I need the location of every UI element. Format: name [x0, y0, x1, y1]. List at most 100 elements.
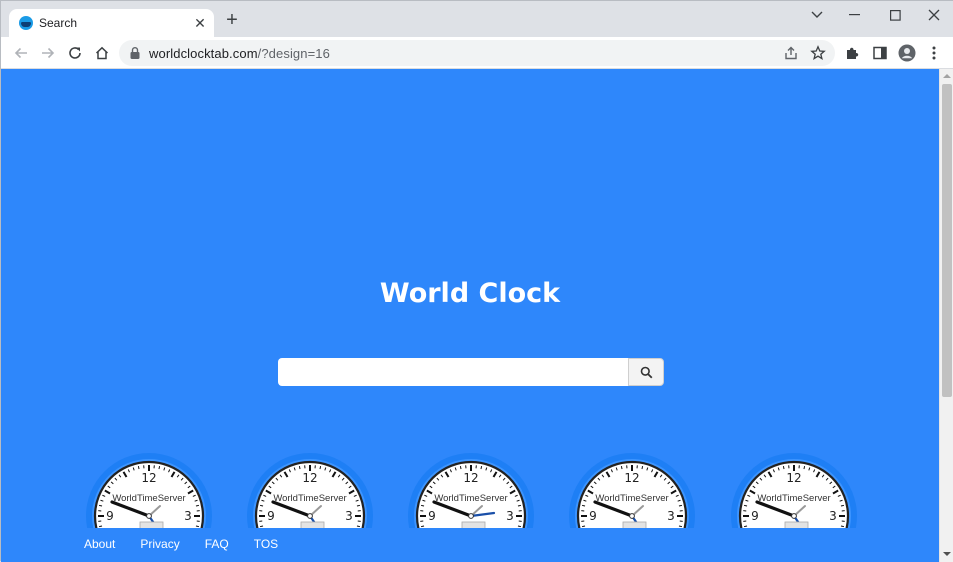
maximize-button[interactable] [875, 1, 915, 29]
clock-date-window [785, 522, 808, 528]
chevron-down-icon [811, 11, 823, 19]
lock-icon[interactable] [129, 46, 141, 60]
clock-tick [804, 466, 805, 469]
home-icon [94, 45, 110, 61]
clock-numeral-12: 12 [302, 471, 317, 485]
clock-tick [299, 466, 300, 469]
clock-center-hub [630, 514, 635, 519]
clock-tick [744, 505, 747, 506]
tab-close-icon[interactable]: ✕ [192, 15, 208, 31]
clock-tick [260, 526, 263, 527]
page-title: World Clock [1, 278, 939, 309]
clock-tick [783, 466, 784, 469]
clock-tick [421, 505, 424, 506]
vertical-scrollbar[interactable] [939, 69, 953, 562]
new-tab-button[interactable]: + [221, 10, 243, 32]
menu-button[interactable] [922, 41, 946, 65]
search-icon [640, 366, 653, 379]
clock-numeral-9: 9 [589, 509, 597, 523]
address-bar[interactable]: worldclocktab.com/?design=16 [119, 40, 835, 66]
tab-title: Search [39, 16, 77, 30]
scroll-up-arrow-icon[interactable] [940, 69, 953, 83]
minimize-icon [849, 14, 861, 16]
share-icon[interactable] [782, 44, 800, 62]
clock-tick [196, 505, 199, 506]
clock-tick [679, 505, 682, 506]
clock-center-hub [147, 514, 152, 519]
clock-numeral-12: 12 [463, 471, 478, 485]
forward-button[interactable] [36, 41, 60, 65]
clock-widget-3[interactable]: 1239WorldTimeServer [407, 452, 535, 528]
browser-tab[interactable]: Search ✕ [9, 9, 214, 37]
browser-window: Search ✕ + worldclo [0, 0, 953, 561]
clock-tick [481, 466, 482, 469]
clock-date-window [623, 522, 646, 528]
search-input[interactable] [278, 358, 629, 386]
minimize-button[interactable] [835, 1, 875, 29]
clock-widget-4[interactable]: 1239WorldTimeServer [568, 452, 696, 528]
close-window-button[interactable] [914, 1, 953, 29]
clock-tick [196, 526, 199, 527]
clock-widget-1[interactable]: 1239WorldTimeServer [85, 452, 213, 528]
scroll-thumb[interactable] [942, 84, 952, 397]
more-vertical-icon [932, 46, 936, 60]
clock-numeral-9: 9 [428, 509, 436, 523]
clock-tick [320, 466, 321, 469]
clock-tick [260, 505, 263, 506]
search-button[interactable] [628, 358, 664, 386]
clock-date-window [301, 522, 324, 528]
clock-brand-label: WorldTimeServer [757, 493, 830, 504]
clock-brand-label: WorldTimeServer [112, 493, 185, 504]
arrow-left-icon [13, 45, 29, 61]
clock-tick [357, 505, 360, 506]
url-text[interactable]: worldclocktab.com/?design=16 [149, 46, 330, 61]
url-domain: worldclocktab.com [149, 46, 258, 61]
site-favicon-icon [19, 16, 33, 30]
home-button[interactable] [90, 41, 114, 65]
clock-tick [518, 526, 521, 527]
clock-numeral-9: 9 [106, 509, 114, 523]
clock-date-window [140, 522, 163, 528]
clock-tick [518, 505, 521, 506]
clock-tick [841, 526, 844, 527]
extensions-button[interactable] [841, 41, 865, 65]
clock-center-hub [792, 514, 797, 519]
clock-numeral-9: 9 [751, 509, 759, 523]
clock-tick [642, 466, 643, 469]
footer-link-privacy[interactable]: Privacy [140, 537, 179, 551]
clock-tick [582, 505, 585, 506]
tab-search-button[interactable] [797, 1, 837, 29]
maximize-icon [890, 10, 901, 21]
side-panel-button[interactable] [868, 41, 892, 65]
footer-link-faq[interactable]: FAQ [205, 537, 229, 551]
browser-toolbar: worldclocktab.com/?design=16 [1, 37, 953, 69]
clock-numeral-3: 3 [345, 509, 353, 523]
back-button[interactable] [9, 41, 33, 65]
clock-widget-5[interactable]: 1239WorldTimeServer [730, 452, 858, 528]
clock-tick [357, 526, 360, 527]
page-viewport: World Clock 1239WorldTimeServer1239World… [1, 69, 939, 562]
reload-button[interactable] [63, 41, 87, 65]
arrow-right-icon [40, 45, 56, 61]
clock-brand-label: WorldTimeServer [273, 493, 346, 504]
reload-icon [67, 45, 83, 61]
clock-row: 1239WorldTimeServer1239WorldTimeServer12… [1, 452, 939, 528]
search-form [278, 358, 664, 386]
clock-tick [744, 526, 747, 527]
footer-link-tos[interactable]: TOS [254, 537, 278, 551]
profile-button[interactable] [895, 41, 919, 65]
clock-numeral-12: 12 [624, 471, 639, 485]
clock-brand-label: WorldTimeServer [434, 493, 507, 504]
clock-tick [421, 526, 424, 527]
clock-numeral-12: 12 [141, 471, 156, 485]
bookmark-star-icon[interactable] [809, 44, 827, 62]
clock-tick [99, 505, 102, 506]
clock-widget-2[interactable]: 1239WorldTimeServer [246, 452, 374, 528]
clock-tick [621, 466, 622, 469]
clock-center-hub [308, 514, 313, 519]
scroll-down-arrow-icon[interactable] [940, 547, 953, 561]
avatar-icon [898, 44, 916, 62]
footer-link-about[interactable]: About [84, 537, 115, 551]
url-path: /?design=16 [258, 46, 330, 61]
clock-tick [460, 466, 461, 469]
